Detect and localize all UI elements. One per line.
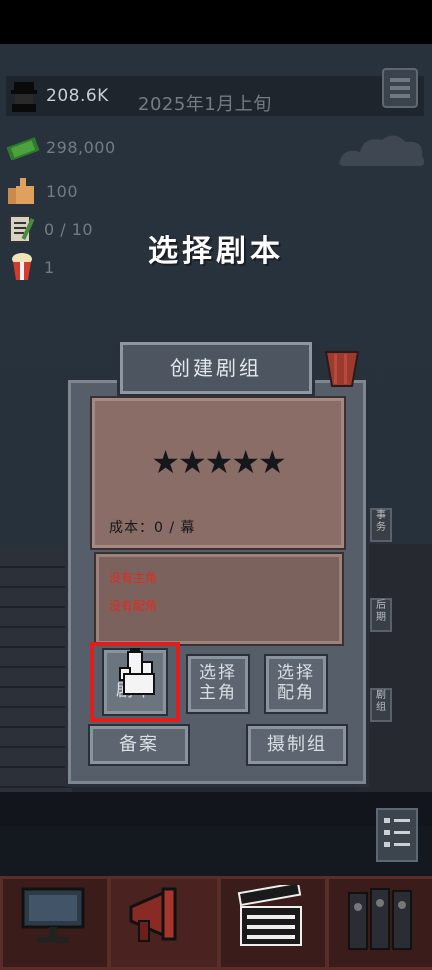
thumbs-up-icon <box>8 178 34 204</box>
file-button[interactable]: 备案 <box>90 726 188 764</box>
star-rating: ★★★★★ <box>151 443 286 481</box>
select-lead-line1: 选择 <box>199 663 237 683</box>
game-date: 2025年1月上旬 <box>138 94 272 115</box>
cloud-icon <box>339 135 425 166</box>
cost-label: 成本：0 / 幕 <box>109 520 196 536</box>
clapperboard-icon <box>237 885 302 946</box>
director-avatar-icon <box>11 82 37 112</box>
task-list-icon[interactable] <box>376 808 418 862</box>
select-support-line2: 配角 <box>277 683 315 703</box>
building-left <box>0 546 72 808</box>
building-right <box>356 544 432 806</box>
followers-count: 208.6K <box>46 86 109 106</box>
no-support-warning: 没有配角 <box>109 599 158 613</box>
money-icon <box>6 137 40 160</box>
trash-bin-icon[interactable] <box>322 348 362 388</box>
dock-promote-button[interactable] <box>108 876 220 970</box>
tutorial-highlight-box <box>90 642 180 722</box>
crew-button[interactable]: 摄制组 <box>248 726 346 764</box>
likes-value: 100 <box>46 181 79 201</box>
select-support-button[interactable]: 选择 配角 <box>266 656 326 712</box>
dock-production-button[interactable] <box>218 876 328 970</box>
select-lead-button[interactable]: 选择 主角 <box>188 656 248 712</box>
side-tab-postproduction[interactable]: 后期 <box>370 598 392 632</box>
dock-archive-button[interactable] <box>326 876 432 970</box>
no-lead-warning: 没有主角 <box>109 571 158 585</box>
megaphone-icon <box>129 887 177 942</box>
dock-computer-button[interactable] <box>0 876 110 970</box>
select-lead-line2: 主角 <box>199 683 237 703</box>
cast-status-card: 没有主角 没有配角 <box>96 554 342 644</box>
select-support-line1: 选择 <box>277 663 315 683</box>
side-tab-affairs[interactable]: 事务 <box>370 508 392 542</box>
page-title: 选择剧本 <box>148 234 284 269</box>
computer-icon <box>21 887 85 943</box>
status-bar <box>0 0 432 44</box>
script-card: ★★★★★ 成本：0 / 幕 <box>92 398 344 548</box>
menu-icon[interactable] <box>382 68 418 108</box>
panel-title: 创建剧组 <box>120 342 312 394</box>
binders-icon <box>348 888 412 950</box>
side-tab-crew[interactable]: 剧组 <box>370 688 392 722</box>
money-value: 298,000 <box>46 137 116 157</box>
